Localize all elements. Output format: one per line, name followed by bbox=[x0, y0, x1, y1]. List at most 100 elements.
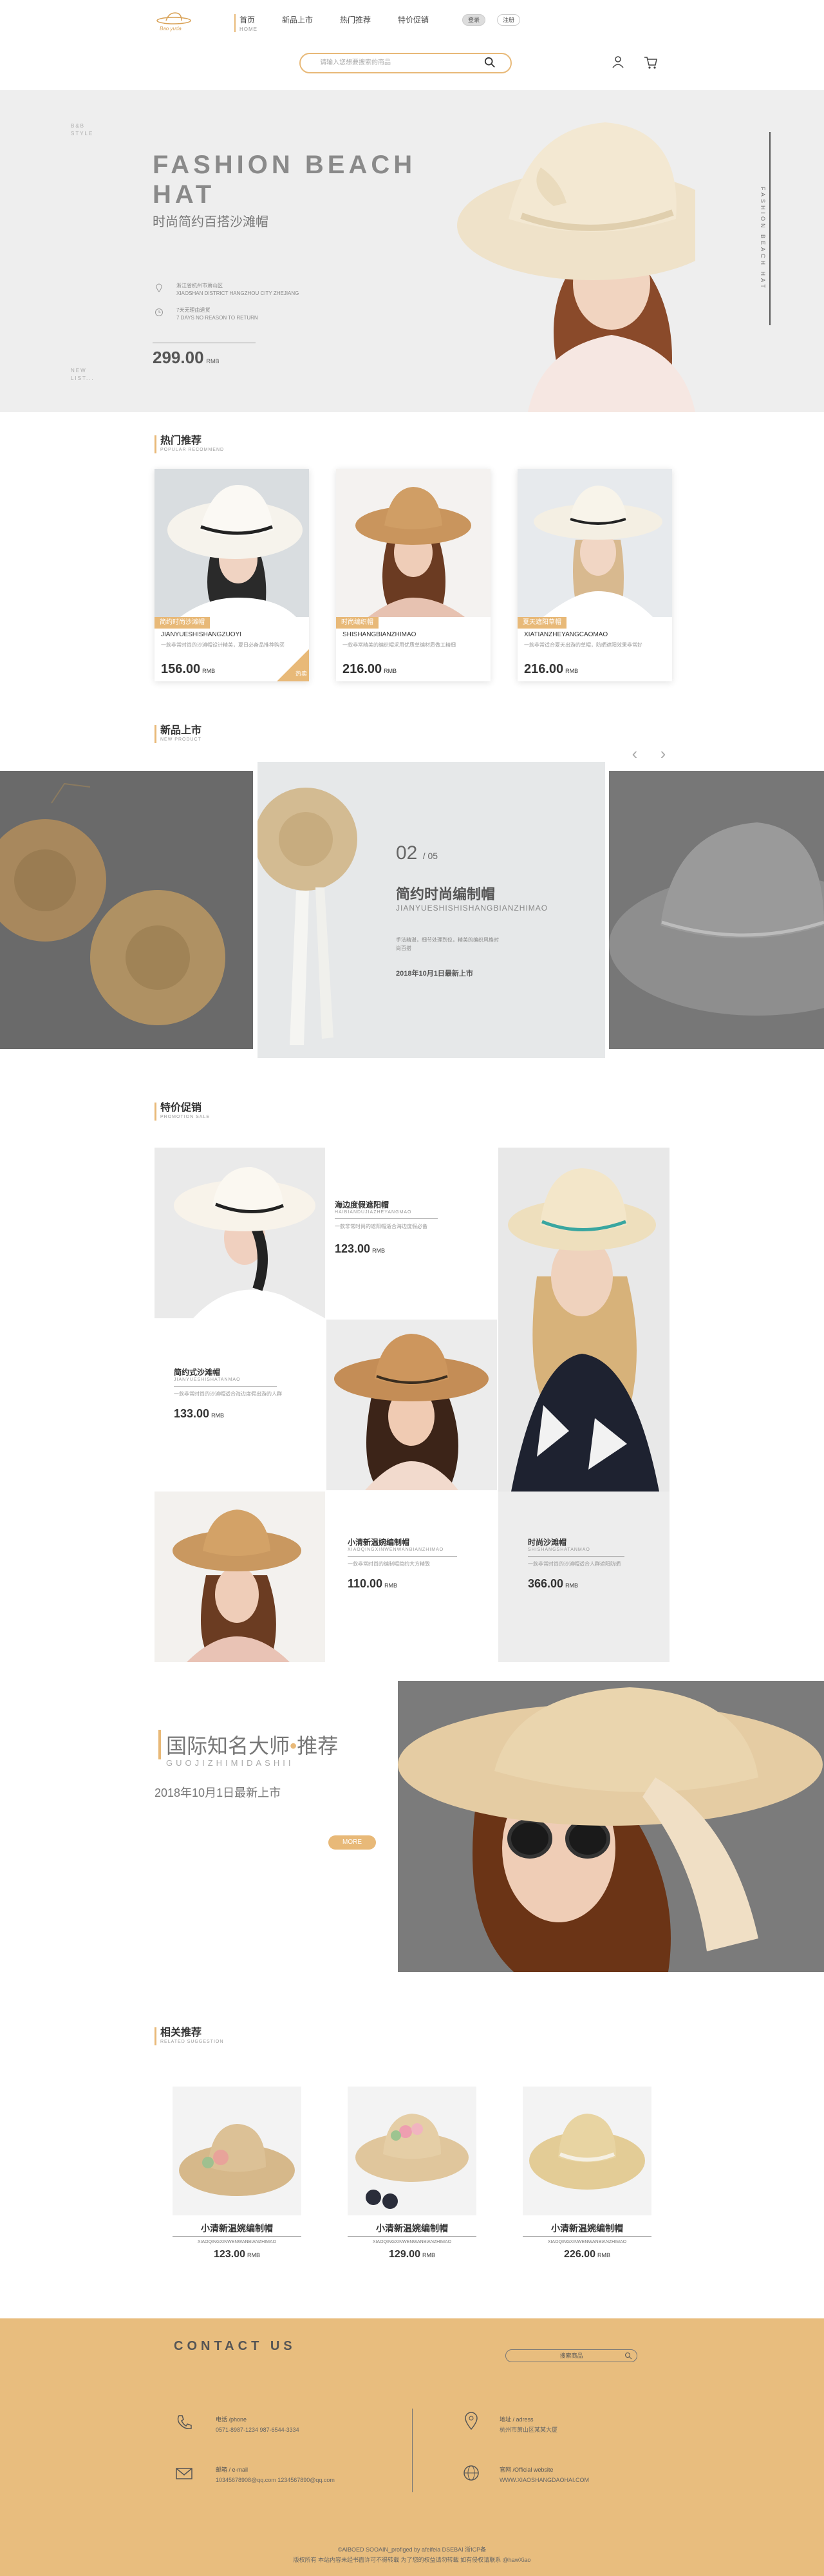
phone-value: 0571-8987-1234 987-6544-3334 bbox=[216, 2427, 299, 2433]
promo-item-pinyin: SHISHANGSHATANMAO bbox=[528, 1548, 590, 1552]
related-item-name: 小清新温婉编制帽 bbox=[551, 2223, 623, 2233]
logo[interactable]: Bao yuda bbox=[154, 8, 196, 33]
footer-search-icon[interactable] bbox=[624, 2352, 632, 2360]
hot-card-image bbox=[336, 469, 491, 617]
hot-card-currency: RMB bbox=[384, 668, 397, 674]
search-input[interactable]: 请输入您想要搜索的商品 bbox=[299, 53, 512, 73]
promo-item[interactable]: 简约式沙滩帽 JIANYUESHISHATANMAO 一款非常时尚的沙滩帽适合海… bbox=[174, 1367, 283, 1421]
promo-item[interactable]: 小清新温婉编制帽 XIAOQINGXINWENWANBIANZHIMAO 一款非… bbox=[348, 1537, 457, 1591]
hot-card-image bbox=[518, 469, 672, 617]
nav-home[interactable]: 首页 HOME bbox=[234, 14, 258, 32]
promo-item[interactable]: 时尚沙滩帽 SHISHANGSHATANMAO 一款非常时尚的沙滩帽适合人群遮阳… bbox=[528, 1537, 637, 1591]
nav-hot[interactable]: 热门推荐 bbox=[340, 14, 371, 25]
footer: CONTACT US 搜索商品 电话 /phone 0571-8987-1234… bbox=[0, 2318, 824, 2576]
promo-item-currency: RMB bbox=[384, 1582, 398, 1589]
hot-card-price: 216.00 RMB bbox=[342, 662, 397, 677]
nav-home-sub: HOME bbox=[239, 26, 258, 32]
related-item-image[interactable] bbox=[348, 2087, 476, 2215]
website-value[interactable]: WWW.XIAOSHANGDAOHAI.COM bbox=[500, 2476, 589, 2485]
related-item-currency: RMB bbox=[597, 2252, 610, 2259]
promo-item-price: 110.00 RMB bbox=[348, 1577, 457, 1591]
hanging-hat-image bbox=[258, 788, 357, 1045]
search-icon[interactable] bbox=[484, 57, 496, 68]
hero-vertical-text: FASHION BEACH HAT bbox=[760, 187, 766, 290]
email-icon bbox=[176, 2468, 192, 2479]
footer-search-input[interactable]: 搜索商品 bbox=[505, 2349, 637, 2362]
related-item-divider bbox=[173, 2236, 301, 2237]
hot-card[interactable]: 简约时尚沙滩帽 JIANYUESHISHANGZUOYI 一款非常时尚的沙滩帽设… bbox=[154, 469, 309, 681]
promo-image-2[interactable] bbox=[498, 1148, 670, 1492]
related-item-divider bbox=[523, 2236, 651, 2237]
more-button[interactable]: MORE bbox=[328, 1835, 376, 1850]
designer-image[interactable] bbox=[398, 1681, 824, 1972]
slider-next-button[interactable]: › bbox=[655, 744, 671, 763]
hero-title: FASHION BEACH HAT bbox=[153, 151, 417, 209]
hot-card-currency: RMB bbox=[202, 668, 216, 674]
related-item-price-value: 129.00 bbox=[389, 2249, 420, 2260]
slide-prev-image[interactable] bbox=[0, 771, 253, 1049]
address-icon bbox=[465, 2412, 478, 2430]
hero-price: 299.00 RMB bbox=[153, 348, 220, 368]
promo-image-4[interactable] bbox=[154, 1492, 325, 1662]
related-item-image[interactable] bbox=[523, 2087, 651, 2215]
hot-card-currency: RMB bbox=[565, 668, 579, 674]
related-item-price-value: 123.00 bbox=[214, 2249, 245, 2260]
register-button[interactable]: 注册 bbox=[497, 14, 521, 26]
cart-icon[interactable] bbox=[644, 55, 658, 70]
promo-item-price-value: 123.00 bbox=[335, 1242, 371, 1255]
login-button[interactable]: 登录 bbox=[462, 14, 486, 26]
gray-hat-image bbox=[609, 771, 824, 1049]
hot-card[interactable]: 夏天遮阳草帽 XIATIANZHEYANGCAOMAO 一款非常适合夏天出游的草… bbox=[518, 469, 672, 681]
hot-card-desc: 一款非常精美的编织帽采用优质草编材质做工精细 bbox=[342, 642, 456, 648]
hero-meta-location-cn: 浙江省杭州市萧山区 bbox=[176, 283, 223, 289]
promo-image-3[interactable] bbox=[326, 1320, 497, 1490]
hot-card[interactable]: 时尚编织帽 SHISHANGBIANZHIMAO 一款非常精美的编织帽采用优质草… bbox=[336, 469, 491, 681]
hero-price-value: 299.00 bbox=[153, 348, 204, 367]
hot-card-price-value: 216.00 bbox=[524, 662, 564, 676]
slide-next-image[interactable] bbox=[609, 771, 824, 1049]
promo-image-1[interactable] bbox=[154, 1148, 325, 1318]
hot-subtitle: POPULAR RECOMMEND bbox=[160, 448, 225, 452]
hero-price-currency: RMB bbox=[206, 358, 220, 365]
hot-card-price: 216.00 RMB bbox=[524, 662, 578, 677]
promo-item-price-value: 366.00 bbox=[528, 1577, 564, 1590]
hot-card-corner-text: 热卖 bbox=[295, 670, 307, 677]
related-item-currency: RMB bbox=[247, 2252, 260, 2259]
related-subtitle: RELATED SUGGESTION bbox=[160, 2040, 224, 2044]
promo-item-desc: 一款非常时尚的沙滩帽适合人群遮阳防晒 bbox=[528, 1561, 621, 1567]
related-section-title: 相关推荐 RELATED SUGGESTION bbox=[154, 2027, 223, 2045]
hero-meta-return-en: 7 DAYS NO REASON TO RETURN bbox=[176, 315, 258, 321]
promo-item-price: 366.00 RMB bbox=[528, 1577, 637, 1591]
related-item-pinyin: XIAOQINGXINWENWANBIANZHIMAO bbox=[372, 2240, 452, 2244]
hot-card-tag: 时尚编织帽 bbox=[336, 617, 379, 629]
logo-text: Bao yuda bbox=[160, 26, 182, 32]
email-value: 10345678908@qq.com 1234567890@qq.com bbox=[216, 2477, 335, 2483]
hot-title: 热门推荐 bbox=[160, 435, 202, 446]
promo-item-price: 123.00 RMB bbox=[335, 1242, 444, 1256]
promo-item-name: 时尚沙滩帽 bbox=[528, 1538, 567, 1547]
designer-pinyin: GUOJIZHIMIDASHII bbox=[166, 1758, 294, 1768]
designer-title-b: 推荐 bbox=[297, 1734, 339, 1757]
related-item-image[interactable] bbox=[173, 2087, 301, 2215]
hot-card-name: XIATIANZHEYANGCAOMAO bbox=[524, 631, 608, 638]
nav-sale[interactable]: 特价促销 bbox=[398, 14, 429, 25]
website-label: 官网 /Official website bbox=[500, 2467, 554, 2473]
copyright-line-1: ©AIBOED SOOAIN_profiged by afeifeia DSEB… bbox=[337, 2546, 487, 2553]
related-title: 相关推荐 bbox=[160, 2027, 202, 2038]
promo-item-desc: 一款非常时尚的编制帽简约大方精致 bbox=[348, 1561, 430, 1567]
slider-prev-button[interactable]: ‹ bbox=[627, 744, 642, 763]
user-icon[interactable] bbox=[612, 55, 624, 68]
hats-hanging-image bbox=[0, 771, 253, 1049]
hero-meta-location: 浙江省杭州市萧山区 XIAOSHAN DISTRICT HANGZHOU CIT… bbox=[176, 282, 318, 298]
slide-index-total: / 05 bbox=[422, 851, 438, 861]
copyright-line-2: 版权所有 本站内容未经书面许可不得转载 为了您的权益请勿转载 如有侵权请联系 @… bbox=[293, 2557, 531, 2563]
hero-model-image bbox=[457, 122, 695, 412]
promo-item[interactable]: 海边度假遮阳帽 HAIBIANDUJIAZHEYANGMAO 一款非常时尚的遮阳… bbox=[335, 1199, 444, 1256]
slide-current[interactable]: 02 / 05 简约时尚编制帽 JIANYUESHISHISHANGBIANZH… bbox=[258, 762, 605, 1058]
slide-name: 简约时尚编制帽 bbox=[396, 886, 496, 902]
new-title: 新品上市 bbox=[160, 725, 202, 736]
email-label: 邮箱 / e-mail bbox=[216, 2467, 248, 2473]
nav-home-label: 首页 bbox=[239, 15, 256, 24]
nav-new[interactable]: 新品上市 bbox=[282, 14, 313, 25]
designer-title: 国际知名大师•推荐 bbox=[158, 1730, 338, 1759]
